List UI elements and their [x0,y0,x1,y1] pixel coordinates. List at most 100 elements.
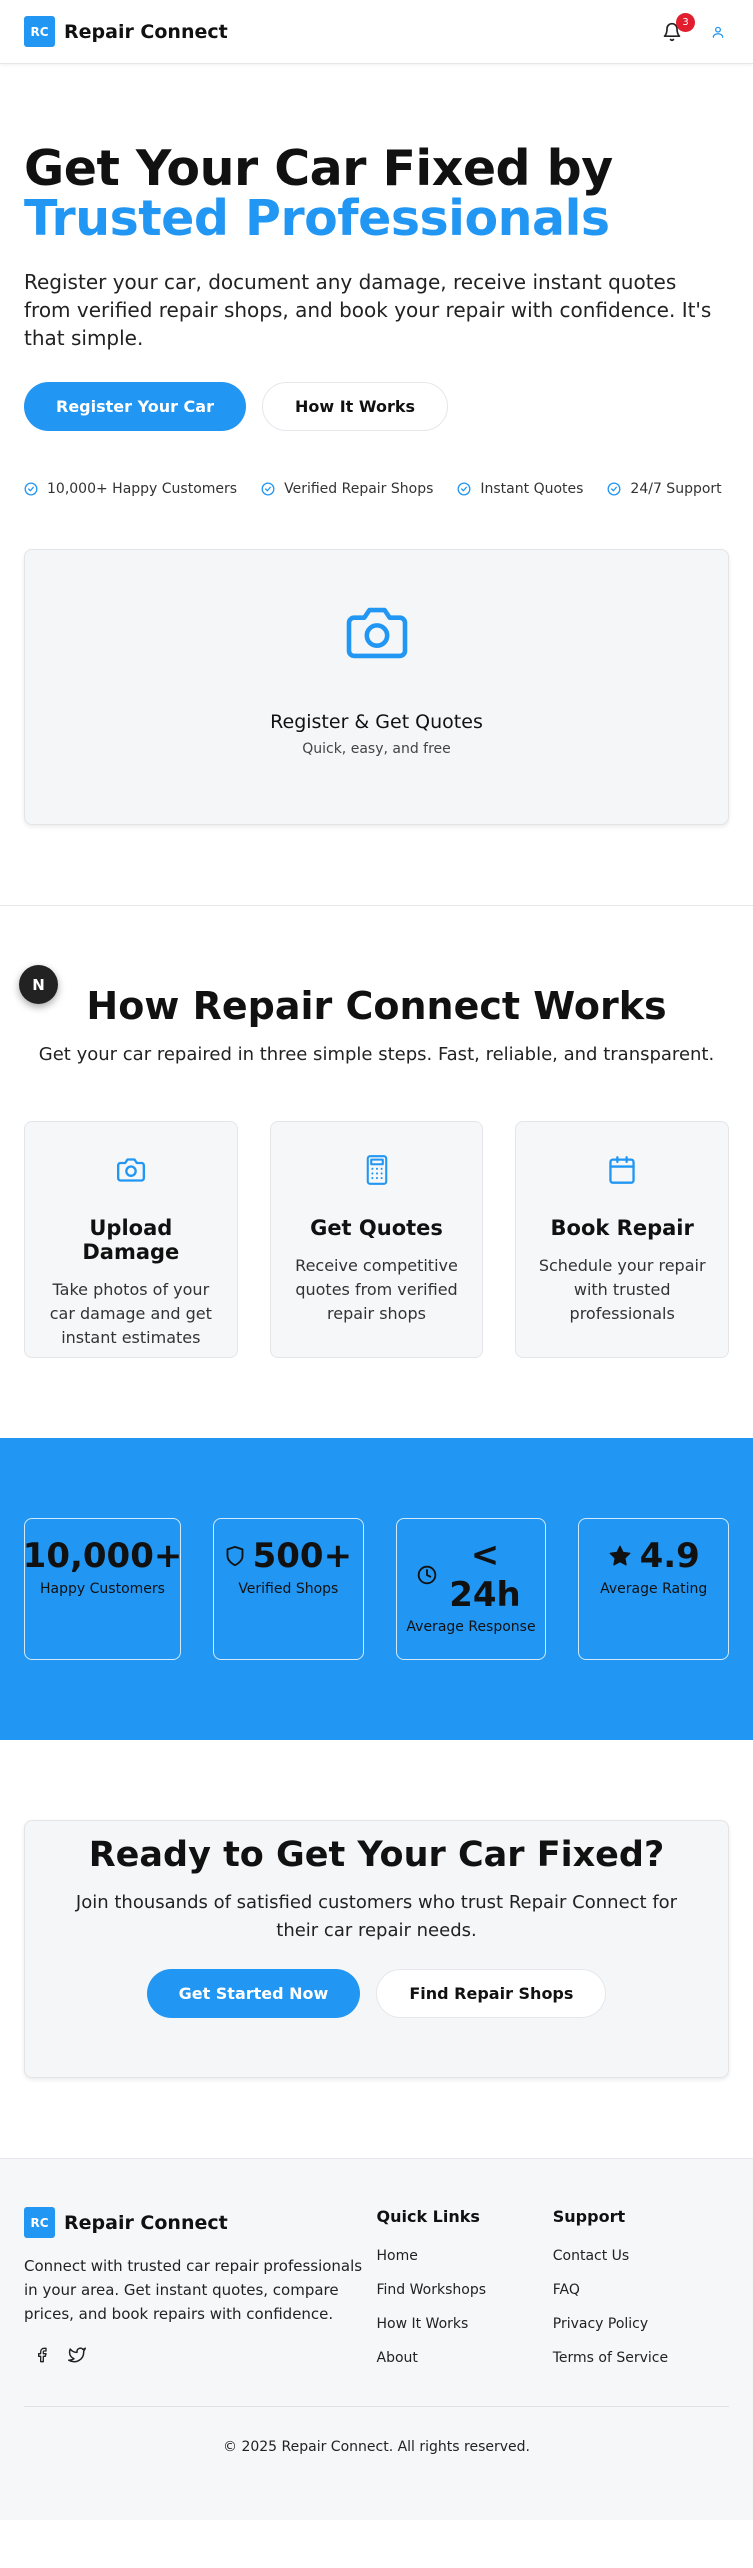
footer-link-find-workshops[interactable]: Find Workshops [377,2282,553,2298]
get-started-button[interactable]: Get Started Now [146,1969,361,2018]
register-car-button[interactable]: Register Your Car [24,382,246,431]
footer-description: Connect with trusted car repair professi… [24,2257,363,2323]
step-card: Book Repair Schedule your repair with tr… [515,1121,730,1358]
stat-label: Average Response [406,1619,536,1635]
stat-value: 500+ [252,1536,353,1576]
hero-subtitle: Register your car, document any damage, … [24,270,712,350]
feature-item: Instant Quotes [457,481,583,497]
feature-list: 10,000+ Happy Customers Verified Repair … [24,481,729,497]
stat-value: 10,000+ [22,1536,183,1576]
cta-title: Ready to Get Your Car Fixed? [88,1835,665,1875]
quick-links-column: Quick Links Home Find Workshops How It W… [377,2207,553,2366]
footer-brand-name: Repair Connect [64,2211,228,2234]
footer-column-title: Quick Links [376,2207,480,2226]
footer-logo: RC [24,2207,55,2238]
footer-link-how-it-works[interactable]: How It Works [377,2316,553,2332]
footer-column-title: Support [552,2207,626,2226]
notifications-button[interactable]: 3 [659,12,695,45]
step-icon-wrap [116,1154,145,1186]
stats-section: 10,000+ Happy Customers 500+ Verified Sh… [0,1438,753,1740]
stat-value: < 24h [449,1535,521,1615]
stat-label: Verified Shops [238,1581,339,1597]
footer-link-contact[interactable]: Contact Us [553,2248,729,2264]
cta-subtitle: Join thousands of satisfied customers wh… [75,1892,678,1941]
cta-card: Ready to Get Your Car Fixed? Join thousa… [24,1820,729,2078]
stat-value-row: 4.9 [608,1535,700,1577]
shield-icon [226,1545,244,1567]
check-circle-icon [607,482,621,496]
cta-section: Ready to Get Your Car Fixed? Join thousa… [0,1740,753,2078]
stat-label: Happy Customers [40,1581,165,1597]
step-description: Receive competitive quotes from verified… [295,1256,458,1323]
card-title: Register & Get Quotes [270,711,483,733]
section-title: How Repair Connect Works [86,984,667,1028]
find-repair-shops-button[interactable]: Find Repair Shops [376,1969,607,2018]
how-it-works-section: How Repair Connect Works Get your car re… [0,906,753,1358]
stat-card: 10,000+ Happy Customers [23,1518,183,1660]
hero-section: Get Your Car Fixed by Trusted Profession… [0,64,753,825]
step-card: Upload Damage Take photos of your car da… [24,1121,238,1358]
footer-columns: RC Repair Connect Connect with trusted c… [24,2207,729,2366]
hero-title-accent: Trusted Professionals [24,190,610,247]
user-icon [712,26,724,38]
hero-title-main: Get Your Car Fixed by [24,140,613,197]
calendar-icon [609,1156,635,1184]
footer-brand[interactable]: RC Repair Connect [24,2207,377,2238]
site-footer: RC Repair Connect Connect with trusted c… [0,2158,753,2520]
stat-value-row: 500+ [225,1535,352,1577]
footer-link-about[interactable]: About [377,2350,553,2366]
page: RC Repair Connect 3 Get Your Car Fixed b… [0,0,753,2520]
social-links [24,2346,377,2364]
card-subtitle: Quick, easy, and free [302,741,451,757]
step-description: Schedule your repair with trusted profes… [538,1256,706,1323]
steps-list: Upload Damage Take photos of your car da… [24,1121,730,1358]
stat-value-row: 10,000+ [23,1535,183,1577]
feature-item: 24/7 Support [607,481,722,497]
stat-card: 500+ Verified Shops [213,1518,364,1660]
hero-title: Get Your Car Fixed by Trusted Profession… [24,144,729,244]
feature-label: Instant Quotes [480,481,584,497]
step-card: Get Quotes Receive competitive quotes fr… [269,1121,484,1358]
copyright: © 2025 Repair Connect. All rights reserv… [24,2406,729,2455]
feature-label: 10,000+ Happy Customers [47,481,238,497]
brand[interactable]: RC Repair Connect [24,16,228,47]
camera-icon [116,1158,145,1182]
site-header: RC Repair Connect 3 [0,0,753,64]
check-circle-icon [24,482,38,496]
stat-value: 4.9 [639,1536,700,1576]
step-title: Upload Damage [82,1216,180,1264]
logo: RC [24,16,55,47]
stat-card: < 24h Average Response [395,1518,547,1660]
hero-buttons: Register Your Car How It Works [24,382,729,431]
user-menu-button[interactable] [707,21,729,43]
footer-link-privacy[interactable]: Privacy Policy [553,2316,729,2332]
stat-value-row: < 24h [417,1535,525,1615]
register-quotes-card[interactable]: Register & Get Quotes Quick, easy, and f… [24,549,729,825]
header-actions: 3 [659,12,729,45]
footer-link-terms[interactable]: Terms of Service [553,2350,729,2366]
footer-brand-column: RC Repair Connect Connect with trusted c… [24,2207,377,2366]
brand-name: Repair Connect [64,20,228,43]
stat-label: Average Rating [600,1581,708,1597]
star-icon [609,1545,631,1566]
calculator-icon [366,1155,387,1185]
step-icon-wrap [608,1154,636,1186]
cta-buttons: Get Started Now Find Repair Shops [146,1969,607,2018]
footer-link-faq[interactable]: FAQ [553,2282,729,2298]
section-subtitle: Get your car repaired in three simple st… [38,1044,715,1065]
stat-card: 4.9 Average Rating [578,1518,730,1660]
check-circle-icon [261,482,275,496]
step-icon-wrap [365,1154,389,1186]
clock-icon [417,1565,437,1585]
footer-link-home[interactable]: Home [377,2248,553,2264]
feature-item: 10,000+ Happy Customers [24,481,237,497]
step-title: Book Repair [550,1216,694,1240]
step-title: Get Quotes [310,1216,443,1240]
feature-label: Verified Repair Shops [284,481,434,497]
twitter-icon[interactable] [68,2346,86,2364]
floating-action-button[interactable]: N [19,965,58,1004]
feature-item: Verified Repair Shops [261,481,433,497]
how-it-works-button[interactable]: How It Works [261,382,449,431]
feature-label: 24/7 Support [630,481,722,497]
facebook-icon[interactable] [34,2346,50,2364]
